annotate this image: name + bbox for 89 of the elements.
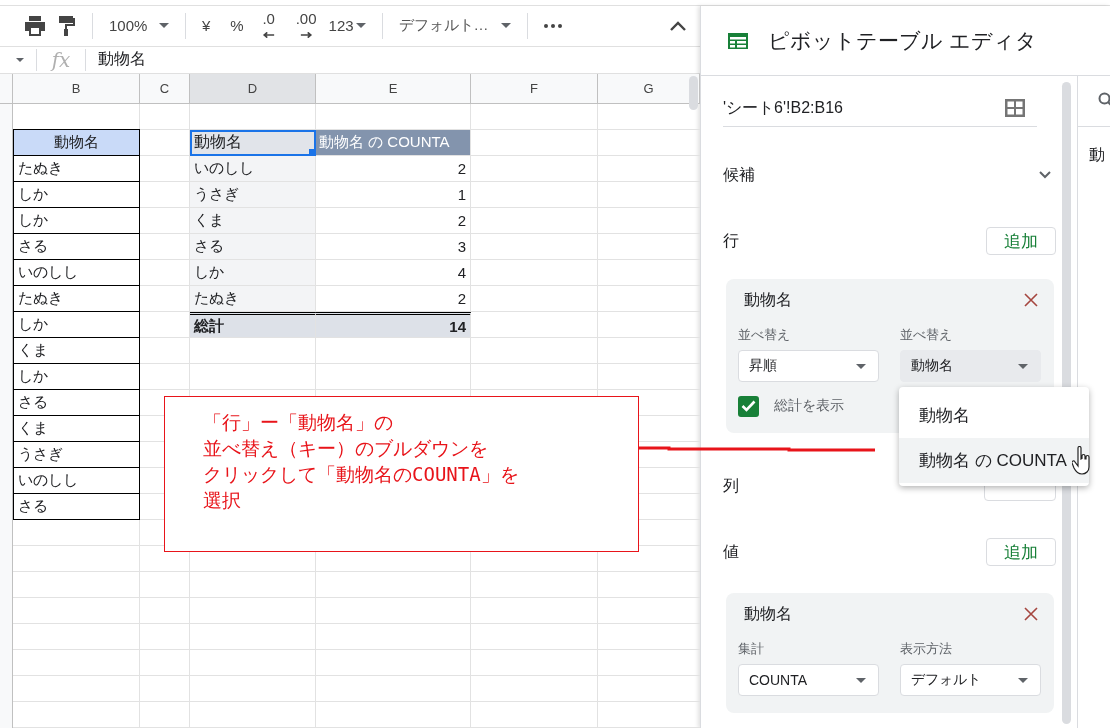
caret-icon bbox=[355, 23, 366, 29]
add-button[interactable]: 追加 bbox=[986, 227, 1056, 255]
field-label: 並べ替え bbox=[900, 326, 953, 344]
dropdown-select[interactable]: デフォルト bbox=[900, 664, 1041, 696]
menu-item[interactable]: 動物名 bbox=[899, 393, 1089, 438]
table-cell: さる bbox=[190, 234, 316, 260]
field-label: 表示方法 bbox=[900, 640, 953, 658]
section-label: 行 bbox=[723, 230, 739, 251]
column-header[interactable]: C bbox=[140, 74, 190, 104]
caret-icon bbox=[1018, 677, 1028, 683]
caret-icon bbox=[500, 23, 511, 29]
total-label: 総計 bbox=[190, 312, 316, 338]
table-cell: しか bbox=[13, 363, 140, 390]
table-cell: しか bbox=[13, 311, 140, 338]
table-cell: 3 bbox=[316, 234, 471, 260]
table-cell: うさぎ bbox=[190, 182, 316, 208]
table-cell: いのしし bbox=[13, 259, 140, 286]
callout-line: クリックして「動物名のCOUNTA」を bbox=[203, 462, 519, 487]
table-cell: しか bbox=[190, 260, 316, 286]
chevron-icon[interactable] bbox=[1039, 171, 1051, 179]
font-select[interactable]: デフォルト… bbox=[392, 9, 517, 42]
currency-button[interactable]: ¥ bbox=[196, 9, 217, 42]
table-cell: さる bbox=[13, 233, 140, 260]
dropdown-select[interactable]: 動物名 bbox=[900, 350, 1041, 382]
caret-icon bbox=[1018, 363, 1028, 369]
zoom-select[interactable]: 100% bbox=[103, 9, 175, 42]
search-icon[interactable] bbox=[1098, 92, 1110, 108]
add-button[interactable]: 追加 bbox=[986, 538, 1056, 566]
percent-button[interactable]: % bbox=[224, 9, 250, 42]
close-icon[interactable] bbox=[1024, 293, 1038, 307]
table-cell: いのしし bbox=[13, 467, 140, 494]
dropdown-select[interactable]: COUNTA bbox=[738, 664, 879, 696]
decrease-decimal-button[interactable]: .0 bbox=[255, 9, 282, 42]
caret-icon bbox=[856, 363, 866, 369]
hand-cursor-icon bbox=[1072, 446, 1092, 476]
caret-icon bbox=[856, 677, 866, 683]
column-header[interactable]: D bbox=[190, 74, 316, 104]
table-cell: うさぎ bbox=[13, 441, 140, 468]
table-header-cell: 動物名 bbox=[13, 129, 140, 156]
table-cell: いのしし bbox=[190, 156, 316, 182]
menu-item[interactable]: 動物名 の COUNTA bbox=[899, 438, 1089, 483]
table-cell: たぬき bbox=[13, 155, 140, 182]
table-cell: 4 bbox=[316, 260, 471, 286]
checkbox[interactable] bbox=[738, 395, 759, 417]
close-icon[interactable] bbox=[1024, 607, 1038, 621]
table-cell: くま bbox=[13, 337, 140, 364]
formula-input[interactable]: 動物名 bbox=[98, 49, 146, 71]
left-arrow-icon bbox=[261, 31, 276, 38]
table-cell: 2 bbox=[316, 208, 471, 234]
caret-icon bbox=[159, 23, 169, 29]
field-name: 動物名 bbox=[744, 289, 792, 310]
column-header[interactable]: G bbox=[598, 74, 700, 104]
table-cell: 1 bbox=[316, 182, 471, 208]
callout-line: 選択 bbox=[203, 488, 241, 513]
dropdown-select[interactable]: 昇順 bbox=[738, 350, 879, 382]
pivot-header-cell[interactable]: 動物名 bbox=[190, 130, 316, 156]
table-cell: しか bbox=[13, 207, 140, 234]
table-cell: さる bbox=[13, 389, 140, 416]
table-cell: くま bbox=[13, 415, 140, 442]
right-arrow-icon bbox=[299, 31, 314, 38]
table-cell: たぬき bbox=[190, 286, 316, 312]
field-label: 並べ替え bbox=[738, 326, 791, 344]
scrollbar-thumb[interactable] bbox=[689, 76, 698, 110]
function-label: fx bbox=[36, 48, 86, 71]
editor-title: ピボットテーブル エディタ bbox=[768, 27, 1037, 54]
table-icon bbox=[728, 32, 748, 49]
total-value: 14 bbox=[316, 312, 471, 338]
column-header[interactable]: F bbox=[471, 74, 598, 104]
section-label: 値 bbox=[723, 541, 739, 562]
increase-decimal-button[interactable]: .00 bbox=[289, 9, 323, 42]
table-cell: しか bbox=[13, 181, 140, 208]
range-field[interactable]: 'シート6'!B2:B16 bbox=[723, 97, 843, 119]
table-cell: 2 bbox=[316, 156, 471, 182]
callout-line: 「行」ー「動物名」の bbox=[203, 410, 393, 435]
section-label: 候補 bbox=[723, 164, 755, 185]
table-cell: たぬき bbox=[13, 285, 140, 312]
caret-icon[interactable] bbox=[16, 57, 24, 62]
grid-icon[interactable] bbox=[1005, 99, 1025, 117]
callout-line: 並べ替え（キー）のブルダウンを bbox=[203, 436, 488, 461]
field-item[interactable]: 動 bbox=[1089, 145, 1110, 166]
table-cell: くま bbox=[190, 208, 316, 234]
field-label: 集計 bbox=[738, 640, 765, 658]
column-header[interactable]: B bbox=[13, 74, 140, 104]
number-format-button[interactable]: 123 bbox=[322, 9, 372, 42]
section-label: 列 bbox=[723, 475, 739, 496]
table-cell: さる bbox=[13, 493, 140, 520]
checkbox-label: 総計を表示 bbox=[774, 397, 844, 415]
field-name: 動物名 bbox=[744, 603, 792, 624]
column-header[interactable]: E bbox=[316, 74, 471, 104]
